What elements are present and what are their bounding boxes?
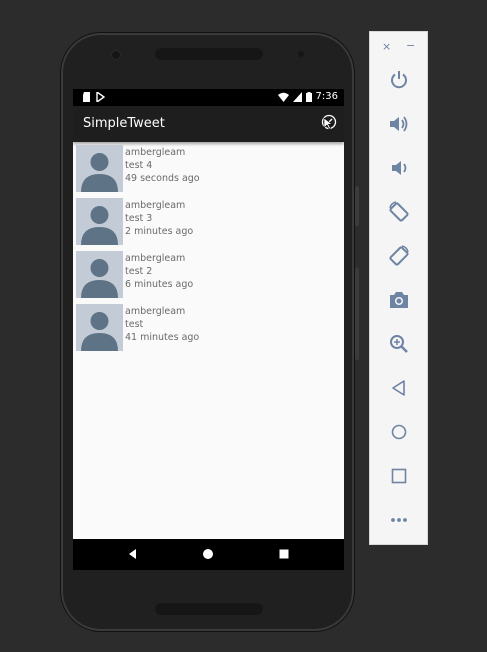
- overview-icon: [391, 468, 407, 484]
- status-bar: 7:36: [73, 89, 344, 106]
- profile-placeholder-icon: [81, 153, 118, 192]
- wifi-icon: [277, 92, 289, 102]
- play-store-icon: [96, 92, 105, 102]
- device-screen: 7:36 SimpleTweet ambergleam test 4 49 se…: [73, 89, 344, 570]
- tweet-timestamp: 49 seconds ago: [125, 172, 200, 184]
- rotate-right-button[interactable]: [385, 242, 413, 270]
- volume-up-button[interactable]: [385, 110, 413, 138]
- tweet-timestamp: 41 minutes ago: [125, 331, 200, 343]
- profile-placeholder-icon: [81, 259, 118, 298]
- tweet-body: test 4: [125, 159, 153, 171]
- tweet-body: test 2: [125, 265, 153, 277]
- status-time: 7:36: [315, 91, 338, 102]
- tweet-username: ambergleam: [125, 147, 186, 158]
- camera-icon: [390, 292, 408, 308]
- zoom-button[interactable]: [385, 330, 413, 358]
- list-item[interactable]: ambergleam test 3 2 minutes ago: [73, 197, 344, 250]
- rotate-right-icon: [389, 245, 409, 266]
- list-item[interactable]: ambergleam test 4 49 seconds ago: [73, 144, 344, 197]
- more-icon: [391, 518, 407, 522]
- home-button[interactable]: [385, 418, 413, 446]
- volume-up-icon: [390, 116, 408, 132]
- back-icon: [392, 380, 405, 396]
- profile-placeholder-icon: [81, 206, 118, 245]
- tweet-username: ambergleam: [125, 253, 186, 264]
- tweet-body: test 3: [125, 212, 153, 224]
- side-volume-rocker: [355, 268, 359, 360]
- profile-placeholder-icon: [81, 312, 118, 351]
- overview-button[interactable]: [385, 462, 413, 490]
- proximity-sensor: [298, 51, 304, 57]
- sd-card-icon: [83, 92, 90, 102]
- avatar[interactable]: [76, 145, 123, 192]
- navigation-bar: [73, 539, 344, 570]
- battery-icon: [305, 91, 312, 102]
- volume-down-button[interactable]: [385, 154, 413, 182]
- top-speaker: [155, 48, 263, 60]
- avatar[interactable]: [76, 304, 123, 351]
- app-bar: SimpleTweet: [73, 106, 344, 142]
- zoom-icon: [390, 335, 408, 353]
- nav-overview-icon[interactable]: [277, 547, 291, 561]
- screenshot-button[interactable]: [385, 286, 413, 314]
- signal-icon: [292, 91, 302, 102]
- tweet-timestamp: 2 minutes ago: [125, 225, 194, 237]
- side-power-button: [355, 186, 359, 226]
- compose-icon[interactable]: [321, 114, 337, 130]
- back-button[interactable]: [385, 374, 413, 402]
- tweet-timestamp: 6 minutes ago: [125, 278, 194, 290]
- nav-back-icon[interactable]: [126, 547, 140, 561]
- avatar[interactable]: [76, 251, 123, 298]
- tweet-list[interactable]: ambergleam test 4 49 seconds ago ambergl…: [73, 144, 344, 356]
- home-icon: [391, 424, 407, 440]
- minimize-button[interactable]: −: [406, 39, 415, 52]
- app-title: SimpleTweet: [83, 116, 165, 131]
- rotate-left-button[interactable]: [385, 198, 413, 226]
- tweet-username: ambergleam: [125, 200, 186, 211]
- volume-down-icon: [392, 161, 407, 175]
- list-item[interactable]: ambergleam test 2 6 minutes ago: [73, 250, 344, 303]
- rotate-left-icon: [389, 201, 409, 222]
- power-button[interactable]: [385, 66, 413, 94]
- tweet-username: ambergleam: [125, 306, 186, 317]
- list-item[interactable]: ambergleam test 41 minutes ago: [73, 303, 344, 356]
- tweet-body: test: [125, 318, 144, 330]
- nav-home-icon[interactable]: [201, 547, 215, 561]
- front-camera: [112, 51, 120, 59]
- emulator-toolbar: × −: [369, 31, 428, 545]
- power-icon: [391, 71, 407, 89]
- bottom-speaker: [155, 603, 263, 615]
- close-button[interactable]: ×: [382, 40, 391, 53]
- more-button[interactable]: [385, 506, 413, 534]
- avatar[interactable]: [76, 198, 123, 245]
